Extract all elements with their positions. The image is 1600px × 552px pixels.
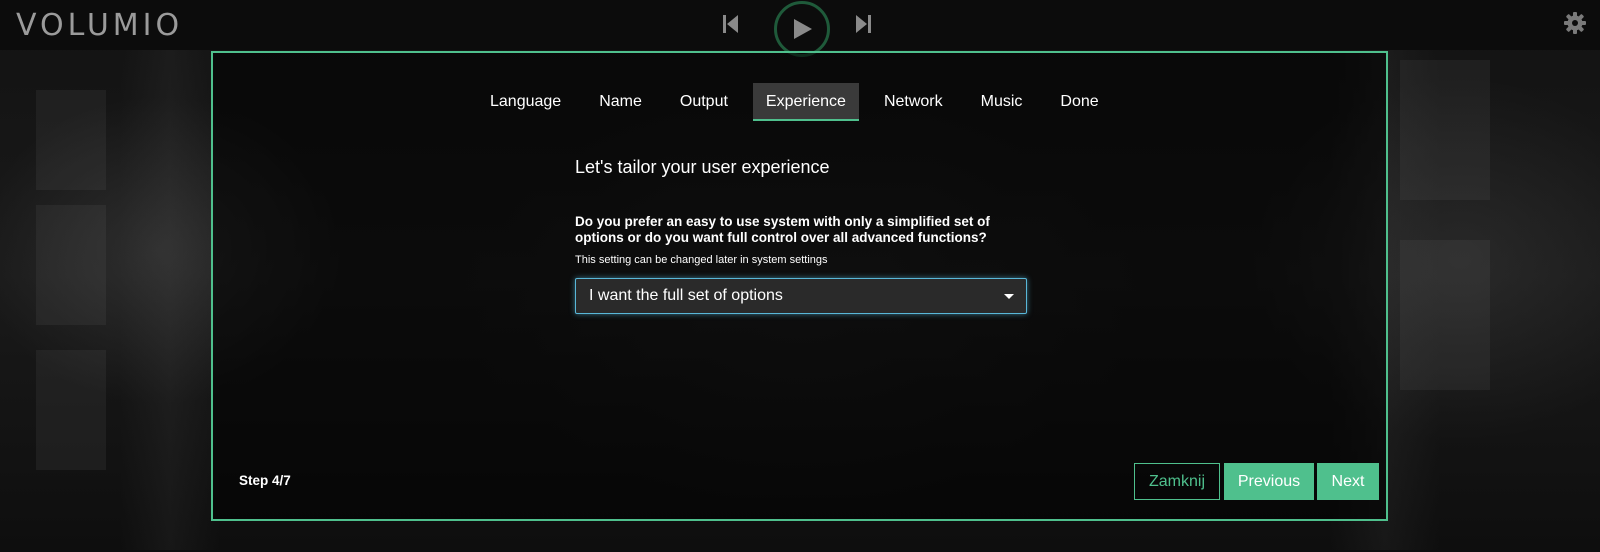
tab-done[interactable]: Done [1047, 83, 1111, 121]
tab-network[interactable]: Network [871, 83, 956, 121]
caret-down-icon [1004, 294, 1014, 299]
tab-experience[interactable]: Experience [752, 83, 859, 121]
volumio-logo: VOLUMIO [16, 8, 184, 43]
next-button[interactable]: Next [1317, 463, 1379, 500]
experience-select[interactable]: I want the full set of options [575, 278, 1027, 314]
step-heading: Let's tailor your user experience [575, 157, 830, 177]
setup-wizard-modal: Language Name Output Experience Network … [211, 51, 1388, 521]
skip-previous-icon[interactable] [722, 13, 740, 35]
playback-controls [722, 0, 882, 57]
skip-next-icon[interactable] [854, 13, 872, 35]
tab-language[interactable]: Language [477, 83, 574, 121]
step-indicator: Step 4/7 [239, 473, 291, 488]
wizard-content: Let's tailor your user experience Do you… [575, 157, 1027, 314]
play-button[interactable] [774, 1, 830, 57]
play-icon [794, 19, 812, 39]
close-button[interactable]: Zamknij [1134, 463, 1220, 500]
experience-select-value: I want the full set of options [589, 287, 783, 304]
gear-icon[interactable] [1564, 12, 1586, 34]
wizard-tabs: Language Name Output Experience Network … [477, 83, 1124, 123]
previous-button[interactable]: Previous [1224, 463, 1314, 500]
experience-question: Do you prefer an easy to use system with… [575, 214, 990, 245]
settings-hint: This setting can be changed later in sys… [575, 254, 828, 266]
tab-music[interactable]: Music [968, 83, 1036, 121]
tab-output[interactable]: Output [667, 83, 741, 121]
top-bar: VOLUMIO [0, 0, 1600, 57]
tab-name[interactable]: Name [586, 83, 655, 121]
